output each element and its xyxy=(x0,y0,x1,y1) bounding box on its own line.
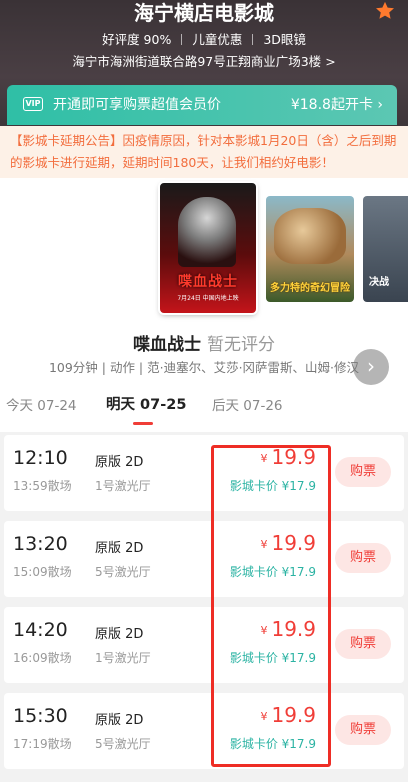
poster-figure xyxy=(274,208,346,264)
poster-release-date: 7月24日 中国内地上映 xyxy=(177,295,239,302)
member-card-price: 影城卡价 ¥17.9 xyxy=(229,565,316,579)
start-time: 13:20 xyxy=(13,533,68,555)
hall-name: 1号激光厅 xyxy=(95,651,151,665)
start-time: 12:10 xyxy=(13,447,68,469)
start-time: 15:30 xyxy=(13,705,68,727)
chevron-right-icon: > xyxy=(325,54,336,69)
tag-divider xyxy=(181,34,183,45)
end-time: 13:59散场 xyxy=(13,479,72,493)
showtime-row[interactable]: 13:20 15:09散场 原版 2D 5号激光厅 ¥19.9 影城卡价 ¥17… xyxy=(4,521,404,597)
active-tab-indicator xyxy=(133,422,153,425)
poster-title: 多力特的奇幻冒险 xyxy=(270,283,350,294)
poster-title: 决战 xyxy=(369,277,389,288)
member-card-price: 影城卡价 ¥17.9 xyxy=(229,651,316,665)
film-version: 原版 2D xyxy=(95,713,144,728)
hall-name: 1号激光厅 xyxy=(95,479,151,493)
notice-banner: 【影城卡延期公告】因疫情原因，针对本影城1月20日（含）之后到期的影城卡进行延期… xyxy=(0,126,408,178)
chevron-right-icon[interactable]: › xyxy=(353,349,389,385)
date-tabs: 今天 07-24 明天 07-25 后天 07-26 xyxy=(0,396,408,432)
buy-ticket-button[interactable]: 购票 xyxy=(335,543,391,573)
tag-child-discount: 儿童优惠 xyxy=(192,32,243,47)
member-card-price: 影城卡价 ¥17.9 xyxy=(229,737,316,751)
buy-ticket-button[interactable]: 购票 xyxy=(335,457,391,487)
showtime-row[interactable]: 15:30 17:19散场 原版 2D 5号激光厅 ¥19.9 影城卡价 ¥17… xyxy=(4,693,404,769)
hall-name: 5号激光厅 xyxy=(95,565,151,579)
ticket-price: ¥19.9 xyxy=(260,617,316,641)
price-value: 19.9 xyxy=(271,531,316,555)
star-icon[interactable] xyxy=(374,0,396,22)
showtime-row[interactable]: 12:10 13:59散场 原版 2D 1号激光厅 ¥19.9 影城卡价 ¥17… xyxy=(4,435,404,511)
film-version: 原版 2D xyxy=(95,627,144,642)
vip-promo-text: 开通即可享购票超值会员价 xyxy=(53,97,221,113)
tab-day-after[interactable]: 后天 07-26 xyxy=(212,396,283,416)
buy-ticket-button[interactable]: 购票 xyxy=(335,629,391,659)
address-text: 海宁市海洲街道联合路97号正翔商业广场3楼 xyxy=(72,54,322,69)
tab-today[interactable]: 今天 07-24 xyxy=(6,396,77,416)
poster-figure xyxy=(178,197,236,267)
ticket-price: ¥19.9 xyxy=(260,445,316,469)
movie-title: 喋血战士 暂无评分 xyxy=(0,330,408,355)
price-value: 19.9 xyxy=(271,703,316,727)
hall-name: 5号激光厅 xyxy=(95,737,151,751)
tag-rating: 好评度 90% xyxy=(102,32,172,47)
ticket-price: ¥19.9 xyxy=(260,531,316,555)
currency-symbol: ¥ xyxy=(260,710,268,723)
price-value: 19.9 xyxy=(271,617,316,641)
movie-poster[interactable]: 决战 xyxy=(363,196,408,302)
tag-divider xyxy=(252,34,254,45)
poster-title: 喋血战士 xyxy=(178,274,238,290)
movie-poster-selected[interactable]: 喋血战士 7月24日 中国内地上映 xyxy=(160,183,256,313)
tab-tomorrow[interactable]: 明天 07-25 xyxy=(106,395,186,415)
showtime-row[interactable]: 14:20 16:09散场 原版 2D 1号激光厅 ¥19.9 影城卡价 ¥17… xyxy=(4,607,404,683)
price-value: 19.9 xyxy=(271,445,316,469)
vip-badge-icon: VIP xyxy=(23,97,43,111)
film-version: 原版 2D xyxy=(95,455,144,470)
vip-open-card-link[interactable]: ¥18.8起开卡 › xyxy=(291,95,383,115)
ticket-price: ¥19.9 xyxy=(260,703,316,727)
movie-poster[interactable]: 多力特的奇幻冒险 xyxy=(266,196,354,302)
end-time: 17:19散场 xyxy=(13,737,72,751)
movie-selector: 喋血战士 7月24日 中国内地上映 多力特的奇幻冒险 决战 喋血战士 暂无评分 1… xyxy=(0,178,408,432)
showtime-list: 12:10 13:59散场 原版 2D 1号激光厅 ¥19.9 影城卡价 ¥17… xyxy=(0,432,408,782)
notice-text: 【影城卡延期公告】因疫情原因，针对本影城1月20日（含）之后到期的影城卡进行延期… xyxy=(10,133,397,170)
start-time: 14:20 xyxy=(13,619,68,641)
currency-symbol: ¥ xyxy=(260,538,268,551)
cinema-title: 海宁横店电影城 xyxy=(134,1,274,25)
end-time: 15:09散场 xyxy=(13,565,72,579)
movie-info: 109分钟 | 动作 | 范·迪塞尔、艾莎·冈萨雷斯、山姆·修汉 xyxy=(48,360,360,375)
movie-rating: 暂无评分 xyxy=(207,335,275,355)
currency-symbol: ¥ xyxy=(260,452,268,465)
buy-ticket-button[interactable]: 购票 xyxy=(335,715,391,745)
cinema-tags: 好评度 90% 儿童优惠 3D眼镜 xyxy=(0,31,408,49)
currency-symbol: ¥ xyxy=(260,624,268,637)
movie-name: 喋血战士 xyxy=(133,335,201,355)
vip-membership-bar[interactable]: VIP 开通即可享购票超值会员价 ¥18.8起开卡 › xyxy=(7,85,397,125)
tag-3d-glasses: 3D眼镜 xyxy=(263,32,306,47)
member-card-price: 影城卡价 ¥17.9 xyxy=(229,479,316,493)
cinema-address[interactable]: 海宁市海洲街道联合路97号正翔商业广场3楼 > xyxy=(0,53,408,71)
film-version: 原版 2D xyxy=(95,541,144,556)
end-time: 16:09散场 xyxy=(13,651,72,665)
